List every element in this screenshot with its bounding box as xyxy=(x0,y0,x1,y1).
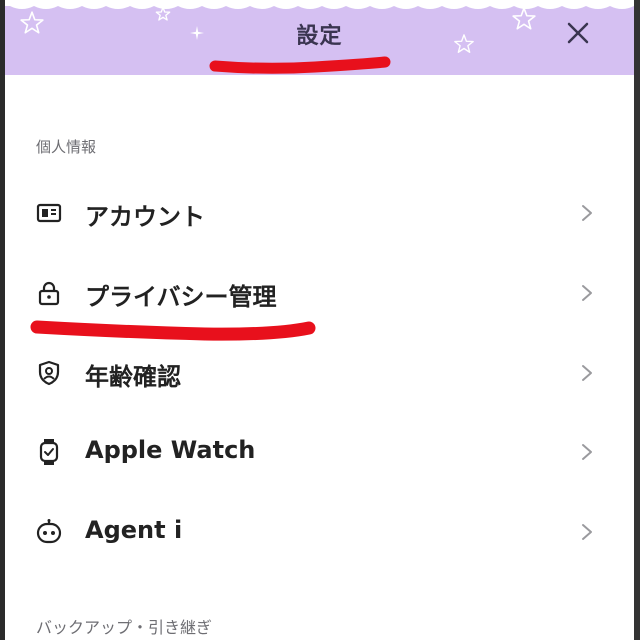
close-icon[interactable] xyxy=(561,16,595,50)
page-title: 設定 xyxy=(296,24,343,49)
menu-item-label: Apple Watch xyxy=(85,436,256,464)
menu-item-privacy[interactable]: プライバシー管理 xyxy=(5,257,634,329)
header-bar: 設定 xyxy=(5,0,634,75)
menu-item-label: プライバシー管理 xyxy=(85,283,277,311)
menu-item-agent-i[interactable]: Agent i xyxy=(5,496,634,568)
screen-edge-right xyxy=(634,0,640,640)
chevron-right-icon xyxy=(582,285,592,301)
menu-item-apple-watch[interactable]: Apple Watch xyxy=(5,416,634,488)
section-label-personal-info: 個人情報 xyxy=(36,138,97,156)
menu-item-age-verification[interactable]: 年齢確認 xyxy=(5,337,634,409)
chevron-right-icon xyxy=(582,524,592,540)
menu-item-label: Agent i xyxy=(85,516,183,544)
settings-screen: 設定 個人情報 アカウント プライバシー管理 年齢確認 Apple Watch … xyxy=(0,0,640,640)
menu-item-label: 年齢確認 xyxy=(85,363,181,391)
chevron-right-icon xyxy=(582,365,592,381)
chevron-right-icon xyxy=(582,444,592,460)
id-card-icon xyxy=(36,203,62,223)
robot-icon xyxy=(36,519,62,544)
menu-item-label: アカウント xyxy=(85,203,205,231)
chevron-right-icon xyxy=(582,205,592,221)
watch-icon xyxy=(39,439,59,465)
shield-user-icon xyxy=(38,360,60,386)
lock-icon xyxy=(38,281,60,306)
section-label-backup: バックアップ・引き継ぎ xyxy=(36,618,213,637)
header-cloud-border xyxy=(5,0,634,9)
menu-item-account[interactable]: アカウント xyxy=(5,177,634,249)
